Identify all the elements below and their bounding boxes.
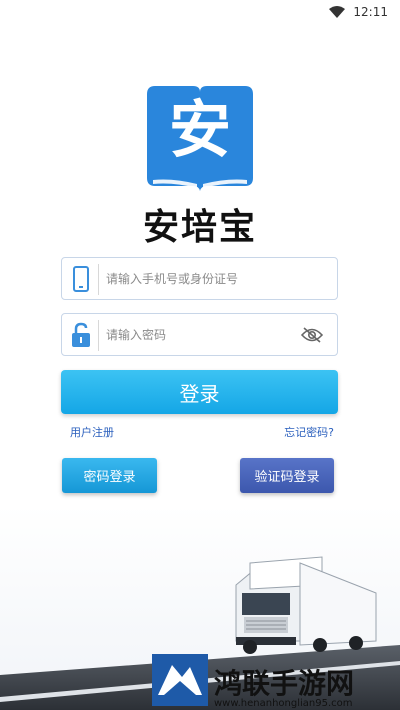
truck-road-illustration: 鸿联手游网 www.henanhonglian95.com: [0, 505, 400, 710]
register-link[interactable]: 用户注册: [70, 424, 114, 440]
watermark-logo: [152, 654, 208, 706]
app-logo: 安: [143, 82, 257, 192]
logo-character: 安: [168, 93, 231, 166]
login-button[interactable]: 登录: [61, 370, 338, 414]
field-divider: [98, 264, 99, 295]
eye-hidden-icon[interactable]: [301, 326, 323, 344]
watermark-title: 鸿联手游网: [214, 667, 354, 700]
password-field[interactable]: [61, 313, 338, 356]
phone-field[interactable]: [61, 257, 338, 300]
code-login-button[interactable]: 验证码登录: [240, 458, 334, 493]
phone-input[interactable]: [106, 258, 306, 299]
status-time: 12:11: [353, 5, 388, 19]
wifi-icon: [329, 6, 346, 18]
lock-icon: [72, 322, 90, 347]
app-title: 安培宝: [142, 207, 257, 248]
status-bar: 12:11: [0, 0, 400, 24]
field-divider: [98, 320, 99, 351]
password-login-button[interactable]: 密码登录: [62, 458, 157, 493]
forgot-password-link[interactable]: 忘记密码?: [284, 424, 334, 440]
password-input[interactable]: [106, 314, 306, 355]
watermark-url: www.henanhonglian95.com: [214, 698, 353, 709]
phone-icon: [73, 266, 89, 292]
